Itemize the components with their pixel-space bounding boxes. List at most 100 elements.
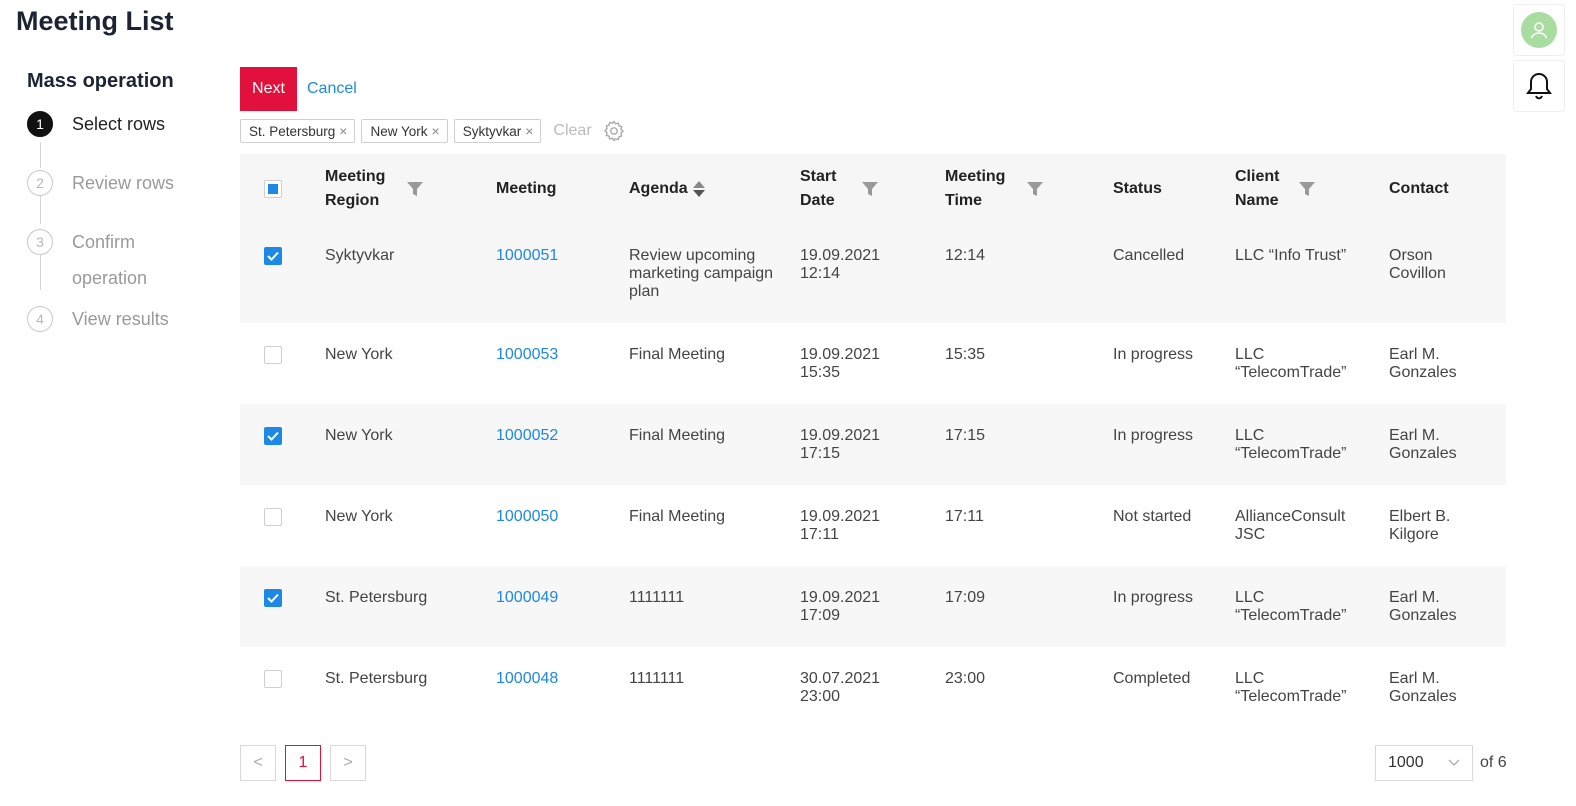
wizard-step-confirm-operation: 3 Confirm operation [27, 229, 217, 296]
meeting-link[interactable]: 1000052 [496, 427, 558, 444]
cell-region: St. Petersburg [325, 589, 428, 606]
column-header-agenda[interactable]: Agenda [629, 177, 688, 201]
page-size-select[interactable]: 1000 [1375, 745, 1473, 781]
start-date: 19.09.2021 [800, 346, 881, 363]
cell-contact: Earl M. Gonzales [1389, 427, 1457, 462]
start-time: 17:15 [800, 445, 841, 462]
table-row[interactable]: Syktyvkar 1000051 Review upcoming market… [240, 224, 1506, 323]
page-title: Meeting List [16, 6, 174, 36]
cell-client: AllianceConsult JSC [1235, 508, 1346, 543]
cell-meeting-time: 17:15 [945, 427, 986, 444]
filter-icon[interactable] [1025, 179, 1045, 199]
start-time: 23:00 [800, 688, 841, 705]
column-header-meeting-time[interactable]: Meeting Time [945, 165, 1007, 213]
start-date: 19.09.2021 [800, 589, 881, 606]
prev-page-button[interactable]: < [240, 745, 276, 781]
cell-client: LLC “TelecomTrade” [1235, 346, 1347, 381]
wizard-title: Mass operation [27, 70, 174, 92]
cell-agenda: Final Meeting [629, 346, 726, 363]
chevron-right-icon: > [343, 754, 353, 771]
user-icon [1530, 22, 1548, 39]
cell-status: Cancelled [1113, 247, 1185, 264]
avatar-button[interactable] [1513, 4, 1565, 56]
filter-chip: St. Petersburg × [240, 119, 356, 143]
close-icon[interactable]: × [525, 123, 533, 139]
row-checkbox[interactable] [264, 346, 282, 364]
column-header-client-name[interactable]: Client Name [1235, 165, 1279, 213]
step-number: 4 [27, 306, 53, 332]
table-row[interactable]: New York 1000053 Final Meeting 19.09.202… [240, 323, 1506, 404]
cell-start-date: 19.09.2021 17:09 [800, 566, 945, 647]
cell-client: LLC “TelecomTrade” [1235, 589, 1347, 624]
row-checkbox[interactable] [264, 670, 282, 688]
cancel-link[interactable]: Cancel [307, 80, 357, 98]
column-header-start-date[interactable]: Start Date [800, 165, 842, 213]
filter-icon[interactable] [860, 179, 880, 199]
chevron-left-icon: < [253, 754, 263, 771]
meeting-link[interactable]: 1000050 [496, 508, 558, 525]
column-header-meeting-region[interactable]: Meeting Region [325, 165, 387, 213]
step-label: Confirm operation [72, 232, 148, 288]
meeting-link[interactable]: 1000048 [496, 670, 558, 687]
cell-status: In progress [1113, 346, 1194, 363]
next-button[interactable]: Next [240, 67, 297, 111]
close-icon[interactable]: × [339, 123, 347, 139]
meeting-link[interactable]: 1000049 [496, 589, 558, 606]
table-row[interactable]: New York 1000052 Final Meeting 19.09.202… [240, 404, 1506, 485]
row-checkbox[interactable] [264, 589, 282, 607]
cell-agenda: Review upcoming marketing campaign plan [629, 247, 774, 300]
step-label: Select rows [72, 114, 166, 134]
wizard-step-review-rows: 2 Review rows [27, 170, 217, 201]
start-time: 17:09 [800, 607, 841, 624]
table-row[interactable]: St. Petersburg 1000049 1111111 19.09.202… [240, 566, 1506, 647]
row-checkbox[interactable] [264, 508, 282, 526]
start-date: 19.09.2021 [800, 427, 881, 444]
start-time: 15:35 [800, 364, 841, 381]
select-all-checkbox[interactable] [264, 180, 282, 198]
cell-status: In progress [1113, 589, 1194, 606]
table-row[interactable]: New York 1000050 Final Meeting 19.09.202… [240, 485, 1506, 566]
close-icon[interactable]: × [432, 123, 440, 139]
next-page-button[interactable]: > [330, 745, 366, 781]
page-size: 1000 of 6 [1375, 745, 1507, 781]
filter-icon[interactable] [405, 179, 425, 199]
chip-label: St. Petersburg [249, 123, 336, 139]
notifications-button[interactable] [1513, 60, 1565, 112]
cell-client: LLC “TelecomTrade” [1235, 670, 1347, 705]
cell-meeting-time: 17:11 [945, 508, 984, 525]
step-number: 1 [27, 111, 53, 137]
column-header-contact[interactable]: Contact [1389, 180, 1449, 197]
cell-contact: Earl M. Gonzales [1389, 589, 1457, 624]
row-checkbox[interactable] [264, 427, 282, 445]
meeting-table: Meeting Region Meeting Agenda Start Date… [240, 154, 1506, 728]
filter-chips: St. Petersburg × New York × Syktyvkar × … [240, 119, 626, 143]
start-time: 12:14 [800, 265, 841, 282]
step-label: View results [72, 309, 169, 329]
column-header-status[interactable]: Status [1113, 180, 1162, 197]
sort-icon[interactable] [692, 181, 705, 197]
gear-icon[interactable] [602, 119, 626, 143]
chip-label: New York [370, 123, 428, 139]
meeting-link[interactable]: 1000053 [496, 346, 558, 363]
row-checkbox[interactable] [264, 247, 282, 265]
bell-icon [1526, 72, 1552, 100]
cell-start-date: 19.09.2021 17:11 [800, 485, 945, 566]
table-row[interactable]: St. Petersburg 1000048 1111111 30.07.202… [240, 647, 1506, 728]
cell-start-date: 19.09.2021 12:14 [800, 224, 945, 323]
wizard-panel: Mass operation 1 Select rows 2 Review ro… [27, 70, 217, 337]
clear-filters-link[interactable]: Clear [553, 122, 591, 140]
cell-start-date: 30.07.2021 23:00 [800, 647, 945, 728]
page-button[interactable]: 1 [285, 745, 321, 781]
meeting-link[interactable]: 1000051 [496, 247, 558, 264]
cell-meeting-time: 23:00 [945, 670, 986, 687]
column-header-meeting[interactable]: Meeting [496, 180, 556, 197]
filter-chip: Syktyvkar × [453, 119, 542, 143]
cell-agenda: Final Meeting [629, 427, 726, 444]
toolbar: Next Cancel [240, 67, 357, 111]
cell-region: New York [325, 346, 393, 363]
start-time: 17:11 [800, 526, 839, 543]
filter-icon[interactable] [1297, 179, 1317, 199]
wizard-step-select-rows: 1 Select rows [27, 111, 217, 142]
cell-contact: Earl M. Gonzales [1389, 346, 1457, 381]
cell-agenda: 1111111 [629, 589, 685, 606]
